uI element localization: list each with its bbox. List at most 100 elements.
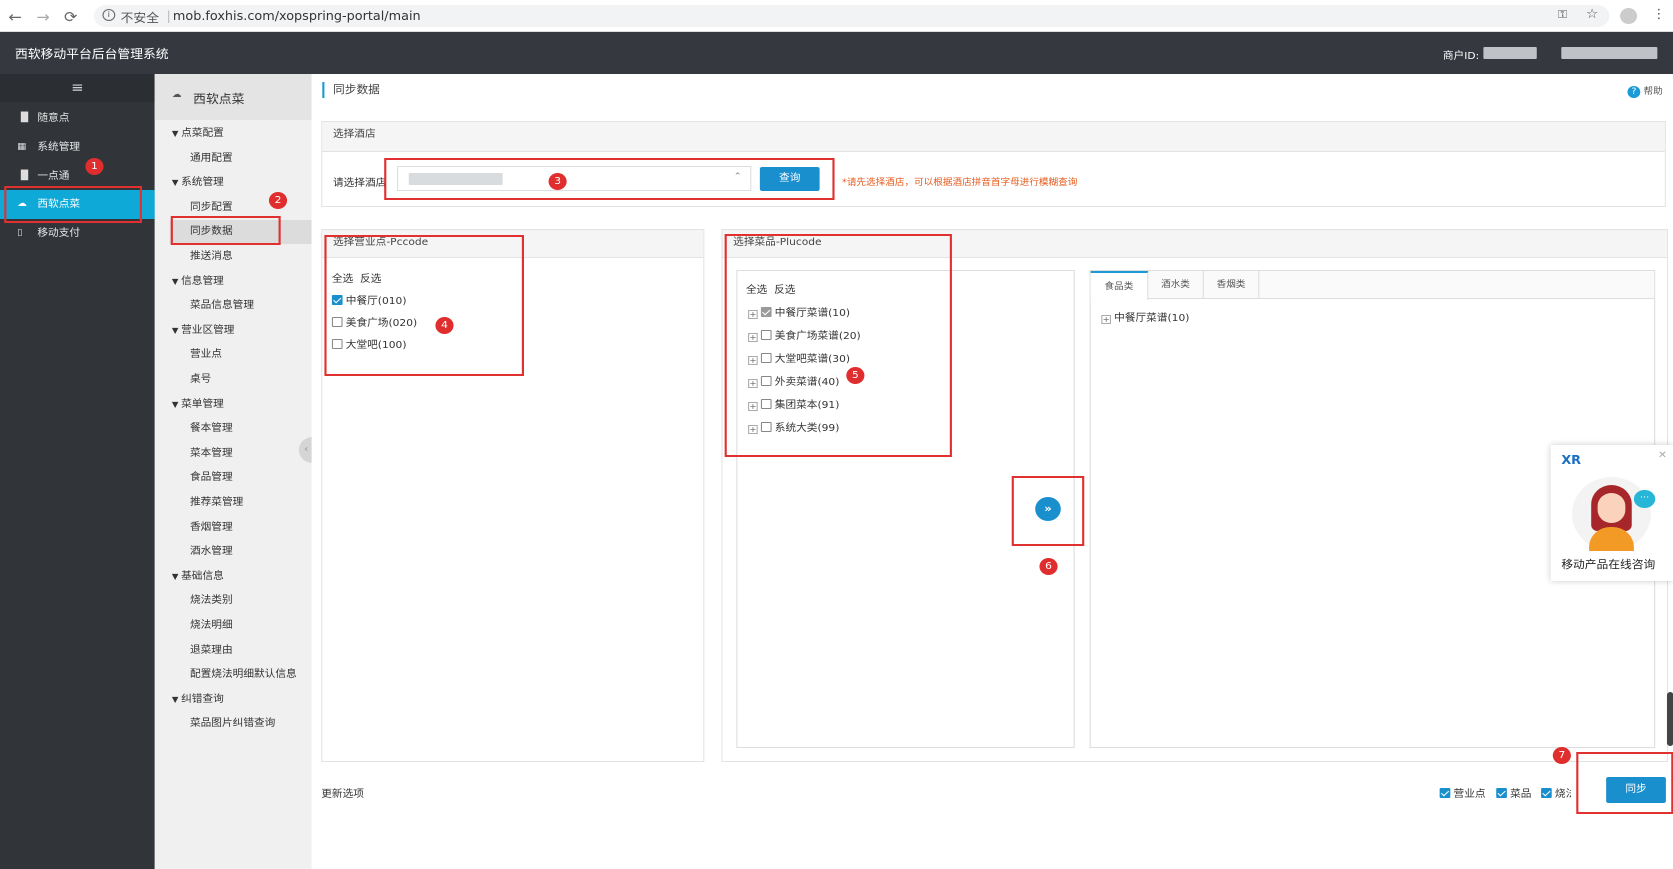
tab-cigarettes[interactable]: 香烟类 bbox=[1204, 271, 1260, 299]
chat-widget-text: 移动产品在线咨询 bbox=[1561, 558, 1656, 571]
subnav-item[interactable]: 营业点 bbox=[190, 348, 222, 362]
browser-toolbar: ← → ⟳ i 不安全 | mob.foxhis.com/xopspring-p… bbox=[0, 0, 1673, 32]
chart-bar-icon: ▐▌ bbox=[17, 113, 32, 123]
update-option-label: 菜品 bbox=[1510, 789, 1532, 800]
tab-drinks[interactable]: 酒水类 bbox=[1148, 271, 1204, 299]
forward-icon[interactable]: → bbox=[36, 8, 49, 26]
subnav-item[interactable]: 推荐菜管理 bbox=[190, 496, 243, 510]
subnav-label: 纠错查询 bbox=[181, 693, 224, 705]
update-option[interactable]: 营业点 bbox=[1439, 785, 1486, 800]
annotation-badge: 3 bbox=[548, 173, 567, 190]
update-option-label: 营业点 bbox=[1453, 789, 1486, 800]
checkbox-checked[interactable] bbox=[1541, 788, 1552, 798]
subnav-item[interactable]: 餐本管理 bbox=[190, 422, 233, 436]
subnav-group[interactable]: ▼ 纠错查询 bbox=[172, 693, 224, 707]
annotation-box-3 bbox=[384, 158, 835, 200]
caret-down-icon: ▼ bbox=[171, 276, 182, 286]
page-title: 同步数据 bbox=[322, 82, 380, 98]
sidebar-item-suiyidian[interactable]: ▐▌ 随意点 bbox=[0, 104, 155, 133]
star-icon[interactable]: ☆ bbox=[1586, 7, 1598, 22]
annotation-badge: 6 bbox=[1039, 558, 1058, 575]
checkbox-checked[interactable] bbox=[1496, 788, 1507, 798]
help-link[interactable]: ? 帮助 bbox=[1627, 84, 1663, 98]
tab-food[interactable]: 食品类 bbox=[1090, 271, 1149, 300]
sidebar-item-label: 随意点 bbox=[37, 113, 70, 124]
close-icon[interactable]: ✕ bbox=[1658, 450, 1667, 461]
subnav-label: 退菜理由 bbox=[189, 644, 233, 656]
reload-icon[interactable]: ⟳ bbox=[64, 8, 77, 26]
subnav-item[interactable]: 香烟管理 bbox=[190, 521, 233, 535]
hamburger-icon[interactable]: ≡ bbox=[0, 74, 155, 102]
security-label: 不安全 bbox=[120, 11, 160, 25]
key-icon[interactable]: ⚿ bbox=[1558, 8, 1567, 22]
subnav-label: 菜单管理 bbox=[181, 398, 224, 410]
subnav-group[interactable]: ▼ 基础信息 bbox=[172, 570, 224, 584]
subnav-item[interactable]: 配置烧法明细默认信息 bbox=[190, 668, 297, 682]
scrollbar[interactable] bbox=[1666, 692, 1673, 746]
subnav-label: 菜品图片纠错查询 bbox=[189, 718, 276, 730]
annotation-box-5 bbox=[724, 234, 952, 457]
subnav-item[interactable]: 推送消息 bbox=[190, 250, 233, 264]
subnav-label: 系统管理 bbox=[181, 177, 224, 189]
subnav-label: 配置烧法明细默认信息 bbox=[189, 669, 297, 681]
main-content: 同步数据 ? 帮助 选择酒店 请选择酒店 ⌃ 查询 *请先选择酒店，可以根据酒店拼… bbox=[311, 74, 1673, 869]
subnav-group[interactable]: ▼ 信息管理 bbox=[172, 275, 224, 289]
url-text[interactable]: mob.foxhis.com/xopspring-portal/main bbox=[173, 9, 421, 23]
checkbox-checked[interactable] bbox=[1439, 788, 1451, 798]
subnav-group[interactable]: ▼ 系统管理 bbox=[172, 176, 224, 190]
avatar-face bbox=[1597, 493, 1626, 523]
annotation-badge: 7 bbox=[1552, 747, 1571, 764]
tab-tree-item-label: 中餐厅菜谱(10) bbox=[1114, 313, 1190, 324]
subnav-item[interactable]: 同步配置 bbox=[190, 201, 233, 215]
subnav-item[interactable]: 酒水管理 bbox=[190, 545, 233, 559]
chat-widget[interactable]: XR ✕ ··· 移动产品在线咨询 bbox=[1550, 445, 1673, 581]
help-label: 帮助 bbox=[1643, 87, 1663, 97]
profile-icon[interactable] bbox=[1620, 8, 1638, 24]
sidebar-item-label: 移动支付 bbox=[37, 228, 81, 239]
address-bar[interactable]: i 不安全 | mob.foxhis.com/xopspring-portal/… bbox=[93, 5, 1610, 27]
tab-tree-item[interactable]: + 中餐厅菜谱(10) bbox=[1101, 309, 1189, 324]
subnav-item[interactable]: 食品管理 bbox=[190, 471, 233, 485]
subnav-item[interactable]: 烧法类别 bbox=[190, 594, 233, 608]
subnav-item[interactable]: 菜本管理 bbox=[190, 447, 233, 461]
caret-down-icon: ▼ bbox=[171, 325, 182, 335]
subnav-item[interactable]: 桌号 bbox=[190, 373, 211, 387]
update-option[interactable]: 菜品 bbox=[1496, 785, 1531, 800]
phone-icon: ▯ bbox=[17, 228, 23, 238]
subnav-label: 营业区管理 bbox=[181, 324, 235, 336]
subnav-label: 香烟管理 bbox=[189, 521, 233, 533]
subnav-item[interactable]: 菜品图片纠错查询 bbox=[190, 717, 275, 731]
subnav-label: 酒水管理 bbox=[189, 546, 233, 558]
update-option[interactable]: 烧法 bbox=[1541, 785, 1571, 800]
hotel-hint: *请先选择酒店，可以根据酒店拼音首字母进行模糊查询 bbox=[842, 178, 1078, 188]
subnav-item[interactable]: 通用配置 bbox=[190, 152, 233, 166]
info-icon[interactable]: i bbox=[102, 9, 116, 21]
app-header: 西软移动平台后台管理系统 商户ID: bbox=[0, 32, 1673, 74]
merchant-id-label: 商户ID: bbox=[1442, 51, 1480, 62]
subnav-group[interactable]: ▼ 菜单管理 bbox=[172, 398, 224, 412]
caret-down-icon: ▼ bbox=[171, 129, 182, 138]
annotation-badge: 5 bbox=[846, 367, 865, 384]
sidebar-item-mobile-pay[interactable]: ▯ 移动支付 bbox=[0, 219, 155, 248]
caret-down-icon: ▼ bbox=[171, 694, 182, 704]
app-title: 西软移动平台后台管理系统 bbox=[14, 47, 169, 61]
subnav-item[interactable]: 退菜理由 bbox=[190, 644, 233, 658]
subnav-group[interactable]: ▼ 点菜配置 bbox=[172, 127, 224, 141]
expand-icon[interactable]: + bbox=[1101, 315, 1111, 324]
sidebar-item-system[interactable]: ▦ 系统管理 bbox=[0, 133, 155, 162]
subnav-group[interactable]: ▼ 营业区管理 bbox=[172, 324, 235, 338]
annotation-badge: 2 bbox=[268, 192, 288, 209]
user-name[interactable] bbox=[1561, 47, 1658, 59]
caret-down-icon: ▼ bbox=[171, 571, 182, 581]
subnav-label: 推送消息 bbox=[189, 251, 233, 262]
subnav-item[interactable]: 烧法明细 bbox=[190, 619, 233, 633]
menu-dots-icon[interactable]: ⋮ bbox=[1652, 7, 1666, 22]
back-icon[interactable]: ← bbox=[9, 8, 22, 26]
subnav-label: 基础信息 bbox=[181, 570, 224, 582]
annotation-box-4 bbox=[324, 235, 524, 376]
update-options-label: 更新选项 bbox=[321, 789, 364, 800]
annotation-box-1 bbox=[4, 186, 142, 223]
xr-logo: XR bbox=[1561, 453, 1582, 467]
subnav-item[interactable]: 菜品信息管理 bbox=[190, 299, 254, 313]
subnav-label: 菜本管理 bbox=[189, 447, 233, 459]
